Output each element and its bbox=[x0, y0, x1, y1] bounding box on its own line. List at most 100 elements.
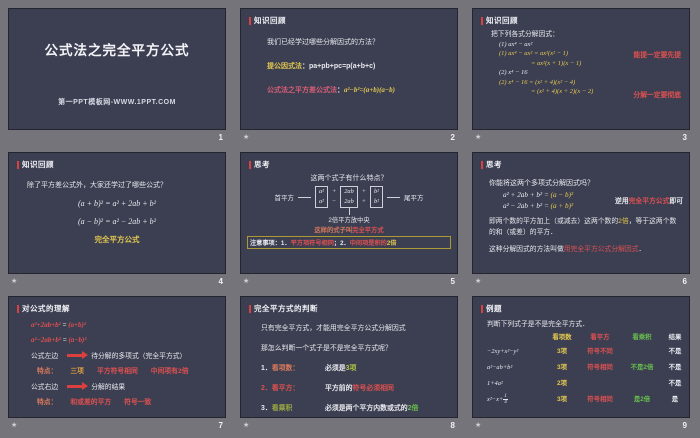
feature-double-middle: 中间项有2倍 bbox=[150, 368, 189, 375]
problem-1-note: 能提一定要先提 bbox=[633, 52, 681, 59]
table-row-terms: 3项 bbox=[557, 364, 567, 371]
table-row-product: 不是2倍 bbox=[630, 364, 654, 371]
slide-number: 3 bbox=[682, 132, 687, 142]
question-text: 除了平方差公式外，大家还学过了哪些公式？ bbox=[27, 182, 167, 189]
sign-2-top: + bbox=[361, 188, 366, 195]
method-suffix: ． bbox=[638, 246, 646, 254]
table-row-terms: 2项 bbox=[557, 380, 567, 387]
left-side-row: 公式左边 待分解的多项式（完全平方式） bbox=[31, 350, 225, 360]
slide-meta-strip: ★ 6 bbox=[472, 274, 690, 288]
check-item-3: 3．看乘积 必须是两个平方内数或式的2倍 bbox=[261, 402, 457, 412]
formula-1-right: (a+b)² bbox=[68, 321, 86, 329]
check-1-name: 看项数： bbox=[271, 365, 300, 372]
table-header-result: 结果 bbox=[668, 334, 682, 341]
slide-thumbnail-5[interactable]: 思考 这两个式子有什么特点？ 首平方 a² a² + − 2ab 2ab + +… bbox=[240, 152, 458, 274]
slide-thumbnail-9[interactable]: 例题 判断下列式子是不是完全平方式． 看项数 看平方 看乘积 结果 −2xy+x… bbox=[472, 296, 690, 418]
slide-meta-strip: ★ 5 bbox=[240, 274, 458, 288]
header-accent-bar bbox=[249, 160, 251, 169]
animation-star-icon[interactable]: ★ bbox=[475, 422, 481, 429]
slide-meta-strip: ★ 4 bbox=[8, 274, 226, 288]
right-features-row: 特点： 和或差的平方 符号一致 bbox=[37, 396, 225, 406]
check-1-text: 必须是 bbox=[325, 365, 346, 372]
slide-number: 1 bbox=[218, 132, 223, 142]
table-row-terms: 3项 bbox=[557, 348, 567, 355]
slide-thumbnail-8[interactable]: 完全平方式的判断 只有完全平方式，才能用完全平方公式分解因式 那怎么判断一个式子… bbox=[240, 296, 458, 418]
slide-cell-3: 知识回顾 把下列各式分解因式： (1) ax⁴ − ax² (1) ax⁴ − … bbox=[472, 8, 690, 146]
problem-2-given: (2) x⁴ − 16 bbox=[499, 69, 528, 76]
table-row-result: 不是 bbox=[668, 364, 682, 371]
statement-line-1: 只有完全平方式，才能用完全平方公式分解因式 bbox=[261, 325, 406, 332]
animation-star-icon[interactable]: ★ bbox=[11, 278, 17, 285]
table-row-result: 不是 bbox=[668, 348, 682, 355]
animation-star-icon[interactable]: ★ bbox=[475, 134, 481, 141]
exercise-intro: 判断下列式子是不是完全平方式． bbox=[487, 321, 589, 328]
term-a2-bottom: a² bbox=[318, 198, 325, 205]
header-accent-bar bbox=[17, 160, 19, 169]
method-2-colon: ： bbox=[337, 87, 344, 94]
problem-1-given: (1) ax⁴ − ax² bbox=[499, 40, 533, 48]
method-prefix: 这种分解因式的方法叫做 bbox=[489, 246, 564, 254]
animation-star-icon[interactable]: ★ bbox=[243, 422, 249, 429]
slide-number: 5 bbox=[450, 276, 455, 286]
features-label: 特点： bbox=[37, 399, 58, 406]
formula-1-left: a²+2ab+b² bbox=[31, 321, 61, 329]
header-title: 完全平方式的判断 bbox=[254, 304, 318, 313]
factoring-1-left: a² + 2ab + b² = bbox=[503, 191, 551, 199]
problem-2-step-1: (2) x⁴ − 16 = (x² + 4)(x² − 4) bbox=[499, 78, 576, 86]
slide-thumbnail-4[interactable]: 知识回顾 除了平方差公式外，大家还学过了哪些公式？ (a + b)² = a² … bbox=[8, 152, 226, 274]
header-title: 知识回顾 bbox=[254, 16, 286, 25]
slide-thumbnail-1[interactable]: 公式法之完全平方公式 第一PPT模板网-WWW.1PPT.COM bbox=[8, 8, 226, 130]
slide-cell-9: 例题 判断下列式子是不是完全平方式． 看项数 看平方 看乘积 结果 −2xy+x… bbox=[472, 296, 690, 434]
check-2-label: 2．看平方： bbox=[261, 385, 300, 392]
slide-header: 知识回顾 bbox=[9, 153, 225, 170]
table-row-square: 符号相同 bbox=[587, 364, 613, 371]
notice-box: 注意事项：1．平方项符号相同；2．中间项是积的2倍 bbox=[247, 236, 451, 249]
slide-thumbnail-6[interactable]: 思考 你能将这两个多项式分解因式吗？ a² + 2ab + b² = (a − … bbox=[472, 152, 690, 274]
method-highlight: 用完全平方公式分解因式 bbox=[563, 246, 639, 254]
slide-meta-strip: ★ 9 bbox=[472, 418, 690, 432]
slide-header: 思考 bbox=[241, 153, 457, 170]
check-1-rule: 必须是3项 bbox=[325, 362, 356, 372]
slide-thumbnail-3[interactable]: 知识回顾 把下列各式分解因式： (1) ax⁴ − ax² (1) ax⁴ − … bbox=[472, 8, 690, 130]
table-row-expr: −2xy+x²−y² bbox=[487, 348, 519, 355]
method-name-sentence: 这种分解因式的方法叫做用完全平方公式分解因式． bbox=[489, 243, 689, 253]
connector-line-left bbox=[297, 196, 311, 198]
table-header-terms: 看项数 bbox=[552, 334, 572, 341]
term-a2-top: a² bbox=[318, 188, 325, 195]
slide-number: 7 bbox=[218, 420, 223, 430]
table-row-expr: a²−ab+b² bbox=[487, 364, 513, 371]
slide-header: 知识回顾 bbox=[241, 9, 457, 26]
left-side-label: 公式左边 bbox=[31, 353, 59, 360]
animation-star-icon[interactable]: ★ bbox=[475, 278, 481, 285]
table-row-square: 符号相同 bbox=[587, 396, 613, 403]
method-1-formula: ：pa+pb+pc=p(a+b+c) bbox=[302, 63, 376, 70]
right-side-row: 公式右边 分解的结果 bbox=[31, 381, 225, 391]
slide-meta-strip: 1 bbox=[8, 130, 226, 144]
animation-star-icon[interactable]: ★ bbox=[11, 422, 17, 429]
header-accent-bar bbox=[249, 16, 251, 25]
header-accent-bar bbox=[481, 304, 483, 313]
notice-rule-2: 中间项是积的 bbox=[349, 240, 387, 247]
header-accent-bar bbox=[249, 304, 251, 313]
exercise-intro: 把下列各式分解因式： bbox=[491, 31, 559, 38]
slide-thumbnail-2[interactable]: 知识回顾 我们已经学过哪些分解因式的方法？ 提公因式法：pa+pb+pc=p(a… bbox=[240, 8, 458, 130]
animation-star-icon[interactable]: ★ bbox=[243, 134, 249, 141]
fraction: 14 bbox=[503, 393, 508, 405]
slide-thumbnail-7[interactable]: 对公式的理解 a²+2ab+b² = (a+b)² a²−2ab+b² = (a… bbox=[8, 296, 226, 418]
table-header-empty bbox=[481, 331, 545, 344]
slide-cell-8: 完全平方式的判断 只有完全平方式，才能用完全平方公式分解因式 那怎么判断一个式子… bbox=[240, 296, 458, 434]
slide-cell-5: 思考 这两个式子有什么特点？ 首平方 a² a² + − 2ab 2ab + +… bbox=[240, 152, 458, 290]
explanation-part-1: 即两个数的平方加上（或减去）这两个数的 bbox=[489, 218, 619, 225]
explanation-paragraph: 即两个数的平方加上（或减去）这两个数的2倍，等于这两个数的和（或差）的平方． bbox=[489, 217, 677, 238]
factoring-2-result: (a + b)² bbox=[550, 202, 574, 210]
animation-star-icon[interactable]: ★ bbox=[243, 278, 249, 285]
table-row-expr: x²−x+ 1 4 bbox=[481, 392, 545, 408]
formula-2-right: (a−b)² bbox=[68, 336, 87, 344]
formula-line-2: a²−2ab+b² = (a−b)² bbox=[31, 336, 225, 344]
sign-column-1: + − bbox=[332, 187, 336, 207]
question-text: 你能将这两个多项式分解因式吗？ bbox=[489, 180, 594, 187]
table-row-result: 是 bbox=[671, 396, 679, 403]
slide-number: 4 bbox=[218, 276, 223, 286]
hint-text: 逆用完全平方公式即可 bbox=[615, 195, 683, 205]
slide-footer-credit: 第一PPT模板网-WWW.1PPT.COM bbox=[58, 99, 176, 106]
